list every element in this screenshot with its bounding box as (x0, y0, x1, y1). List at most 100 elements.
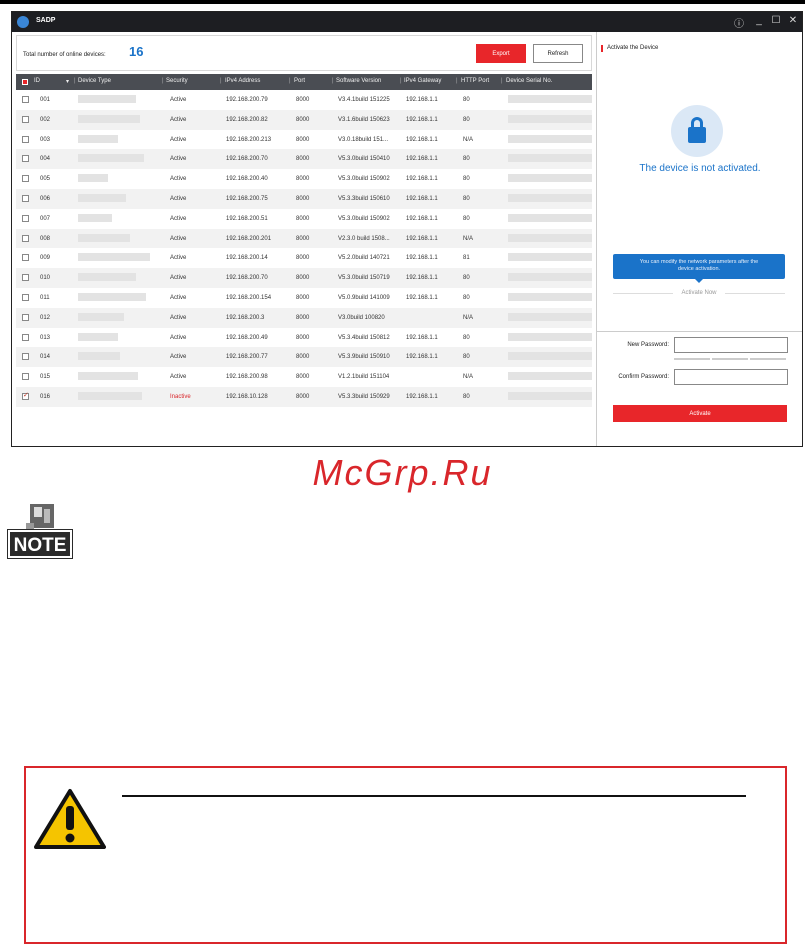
table-row[interactable]: 003 Active 192.168.200.213 8000 V3.0.18build… (16, 130, 592, 150)
row-id: 015 (40, 374, 51, 381)
row-checkbox[interactable] (22, 214, 29, 222)
confirm-password-input[interactable] (674, 369, 788, 385)
activate-button[interactable]: Activate (613, 405, 787, 422)
serial-redacted (508, 154, 592, 163)
row-ipv4: 192.168.200.3 (226, 314, 265, 321)
row-ipv4: 192.168.200.213 (226, 136, 272, 143)
table-row[interactable]: 011 Active 192.168.200.154 8000 V5.0.9build … (16, 288, 592, 308)
table-row[interactable]: 009 Active 192.168.200.14 8000 V5.2.0build 1… (16, 248, 592, 268)
row-checkbox[interactable] (22, 155, 29, 163)
column-header-serial[interactable]: Device Serial No. (506, 78, 552, 84)
column-header-port[interactable]: Port (294, 78, 305, 84)
table-row[interactable]: 016 Inactive 192.168.10.128 8000 V5.3.3build… (16, 386, 592, 407)
row-checkbox[interactable] (22, 234, 29, 242)
app-logo-icon (17, 16, 29, 28)
row-ipv4: 192.168.200.201 (226, 235, 272, 242)
column-header-ipv4[interactable]: IPv4 Address (225, 78, 260, 84)
row-port: 8000 (296, 275, 310, 282)
new-password-input[interactable] (674, 337, 788, 353)
table-row[interactable]: 004 Active 192.168.200.70 8000 V5.3.0build 1… (16, 149, 592, 170)
row-gateway: 192.168.1.1 (406, 393, 438, 400)
row-port: 8000 (296, 255, 310, 262)
tooltip-line-2: device activation. (677, 266, 721, 272)
row-port: 8000 (296, 314, 310, 321)
row-checkbox[interactable] (22, 96, 29, 103)
minimize-icon[interactable]: _ (752, 15, 766, 26)
device-type-redacted (78, 352, 120, 361)
row-port: 8000 (296, 354, 310, 361)
serial-redacted (508, 233, 592, 242)
row-software-version: V3.1.6build 150623 (338, 116, 390, 123)
row-checkbox[interactable] (22, 333, 29, 341)
activate-pane: Activate the Device The device is not ac… (596, 32, 802, 446)
row-checkbox[interactable] (22, 254, 29, 262)
export-button[interactable]: Export (476, 44, 526, 63)
column-header-software-version[interactable]: Software Version (336, 78, 381, 84)
table-row[interactable]: 008 Active 192.168.200.201 8000 V2.3.0 build… (16, 228, 592, 249)
row-checkbox[interactable] (22, 353, 29, 361)
row-port: 8000 (296, 334, 310, 341)
column-header-device-type[interactable]: Device Type (78, 78, 111, 84)
table-row[interactable]: 007 Active 192.168.200.51 8000 V5.3.0build 1… (16, 209, 592, 229)
row-http-port: 80 (463, 176, 470, 183)
row-port: 8000 (296, 393, 310, 400)
column-header-security[interactable]: Security (166, 78, 188, 84)
row-id: 007 (40, 215, 51, 222)
table-row[interactable]: 013 Active 192.168.200.49 8000 V5.3.4build 1… (16, 328, 592, 348)
activate-now-link[interactable]: Activate Now (613, 290, 785, 296)
row-checkbox[interactable] (22, 115, 29, 123)
serial-redacted (508, 95, 592, 103)
table-row[interactable]: 006 Active 192.168.200.75 8000 V5.3.3build 1… (16, 188, 592, 209)
close-icon[interactable]: ✕ (786, 15, 800, 26)
maximize-icon[interactable]: ☐ (769, 15, 783, 26)
row-ipv4: 192.168.10.128 (226, 393, 268, 400)
note-label: NOTE (7, 529, 73, 559)
refresh-button[interactable]: Refresh (533, 44, 583, 63)
table-row[interactable]: 001 Active 192.168.200.79 8000 V3.4.1build 1… (16, 90, 592, 110)
select-all-checkbox[interactable] (22, 79, 28, 85)
table-row[interactable]: 002 Active 192.168.200.82 8000 V3.1.6build 1… (16, 109, 592, 130)
table-row[interactable]: 005 Active 192.168.200.40 8000 V5.3.0build 1… (16, 169, 592, 189)
row-ipv4: 192.168.200.70 (226, 275, 268, 282)
device-type-redacted (78, 193, 126, 202)
row-id: 010 (40, 275, 51, 282)
row-security: Active (170, 97, 187, 103)
row-id: 016 (40, 393, 51, 400)
row-ipv4: 192.168.200.98 (226, 374, 268, 381)
row-gateway: 192.168.1.1 (406, 156, 438, 163)
row-checkbox[interactable] (22, 135, 29, 143)
row-security: Active (170, 156, 187, 163)
row-checkbox[interactable] (22, 274, 29, 282)
table-row[interactable]: 015 Active 192.168.200.98 8000 V1.2.1build 1… (16, 367, 592, 387)
row-security: Active (170, 255, 187, 262)
row-security: Active (170, 354, 187, 361)
serial-redacted (508, 273, 592, 282)
row-port: 8000 (296, 195, 310, 202)
row-checkbox[interactable] (22, 293, 29, 301)
tooltip-line-1: You can modify the network parameters af… (639, 259, 759, 265)
table-row[interactable]: 010 Active 192.168.200.70 8000 V5.3.0build 1… (16, 268, 592, 288)
info-icon[interactable]: ⓘ (732, 15, 746, 30)
row-ipv4: 192.168.200.14 (226, 255, 268, 262)
column-header-ipv4-gateway[interactable]: IPv4 Gateway (404, 78, 441, 84)
row-gateway: 192.168.1.1 (406, 235, 438, 242)
sort-arrow-icon[interactable]: ▾ (66, 78, 69, 85)
row-checkbox[interactable] (22, 175, 29, 183)
row-checkbox[interactable] (22, 194, 29, 202)
table-header: ID ▾ | Device Type | Security | IPv4 Add… (16, 74, 592, 90)
table-row[interactable]: 014 Active 192.168.200.77 8000 V5.3.9build 1… (16, 347, 592, 368)
column-header-id[interactable]: ID (34, 78, 40, 84)
row-checkbox[interactable] (22, 391, 29, 400)
row-security: Active (170, 334, 187, 341)
row-security: Active (170, 294, 187, 301)
total-devices-label: Total number of online devices: (23, 52, 106, 58)
row-security: Active (170, 275, 187, 282)
row-port: 8000 (296, 294, 310, 301)
row-checkbox[interactable] (22, 313, 29, 321)
title-bar: SADP ⓘ _ ☐ ✕ (12, 12, 802, 32)
row-checkbox[interactable] (22, 373, 29, 381)
table-row[interactable]: 012 Active 192.168.200.3 8000 V3.0build 1008… (16, 307, 592, 328)
row-software-version: V5.3.3build 150929 (338, 393, 390, 400)
column-header-http-port[interactable]: HTTP Port (461, 78, 489, 84)
serial-redacted (508, 292, 592, 301)
